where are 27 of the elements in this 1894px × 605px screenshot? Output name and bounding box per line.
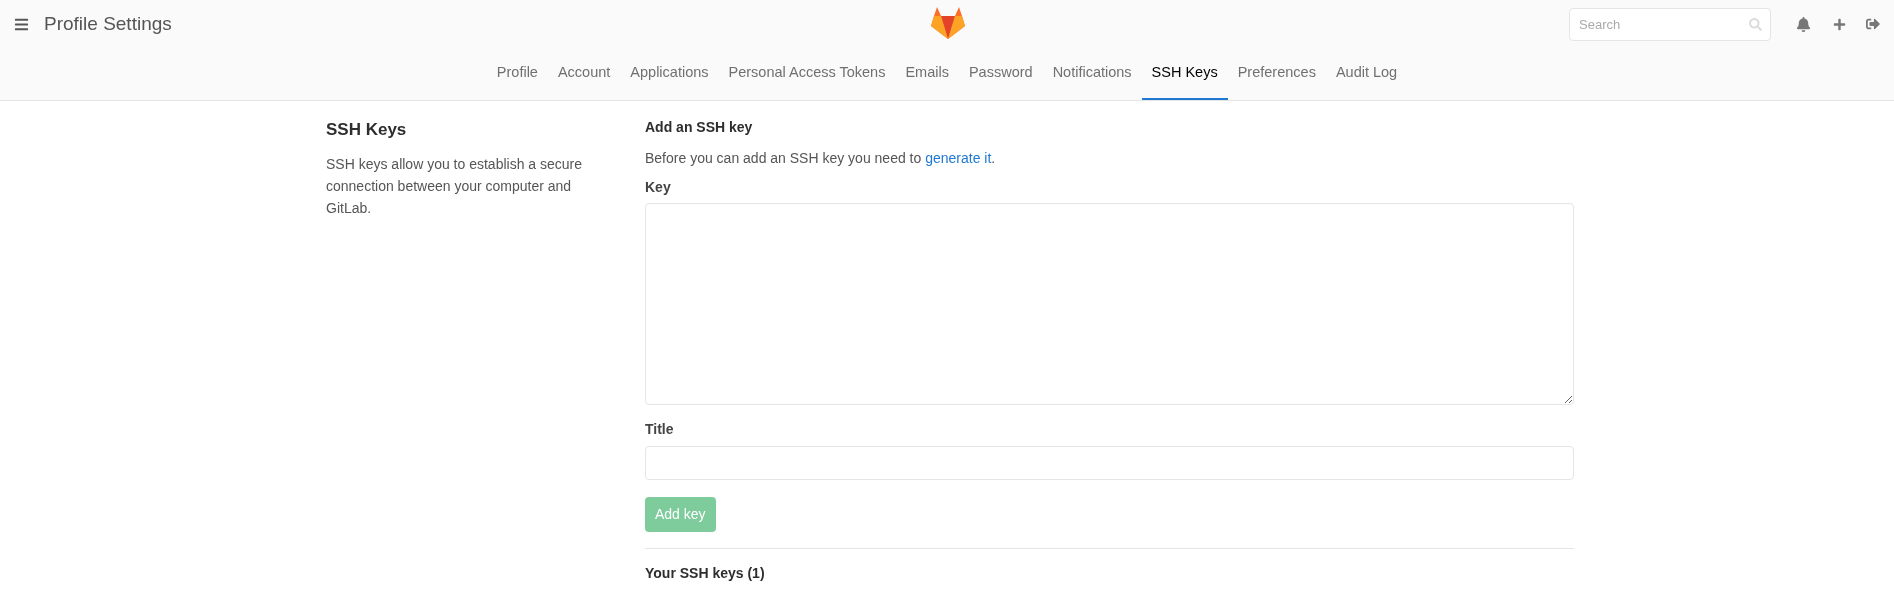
form-intro: Before you can add an SSH key you need to generate it. (645, 149, 997, 168)
search-icon (1749, 17, 1762, 31)
title-field[interactable] (645, 446, 1574, 480)
bell-icon[interactable] (1796, 16, 1811, 32)
section-heading: SSH Keys (326, 119, 408, 141)
nav-tab[interactable]: SSH Keys (1141, 48, 1228, 100)
sign-out-icon[interactable] (1866, 17, 1880, 31)
nav-tab[interactable]: Personal Access Tokens (718, 48, 896, 100)
key-label: Key (645, 178, 672, 197)
plus-icon[interactable] (1833, 17, 1846, 31)
nav-tab[interactable]: Notifications (1042, 48, 1142, 100)
nav-tab[interactable]: Profile (486, 48, 548, 100)
menu-icon[interactable] (14, 16, 29, 32)
key-field[interactable] (645, 203, 1574, 405)
search-field[interactable]: Search (1569, 7, 1771, 41)
fox-logo-icon[interactable] (930, 6, 966, 40)
nav-tab[interactable]: Applications (620, 48, 719, 100)
nav-tab[interactable]: Emails (895, 48, 959, 100)
page-title: Profile Settings (44, 11, 172, 36)
nav-tab[interactable]: Audit Log (1325, 48, 1408, 100)
title-label: Title (645, 420, 675, 439)
form-heading: Add an SSH key (645, 118, 754, 137)
nav-tab[interactable]: Account (547, 48, 621, 100)
keys-heading: Your SSH keys (1) (645, 564, 766, 583)
nav-tab[interactable]: Preferences (1227, 48, 1326, 100)
section-description: SSH keys allow you to establish a secure connection between your computer and GitLab. (326, 154, 583, 218)
nav-tab[interactable]: Password (958, 48, 1043, 100)
